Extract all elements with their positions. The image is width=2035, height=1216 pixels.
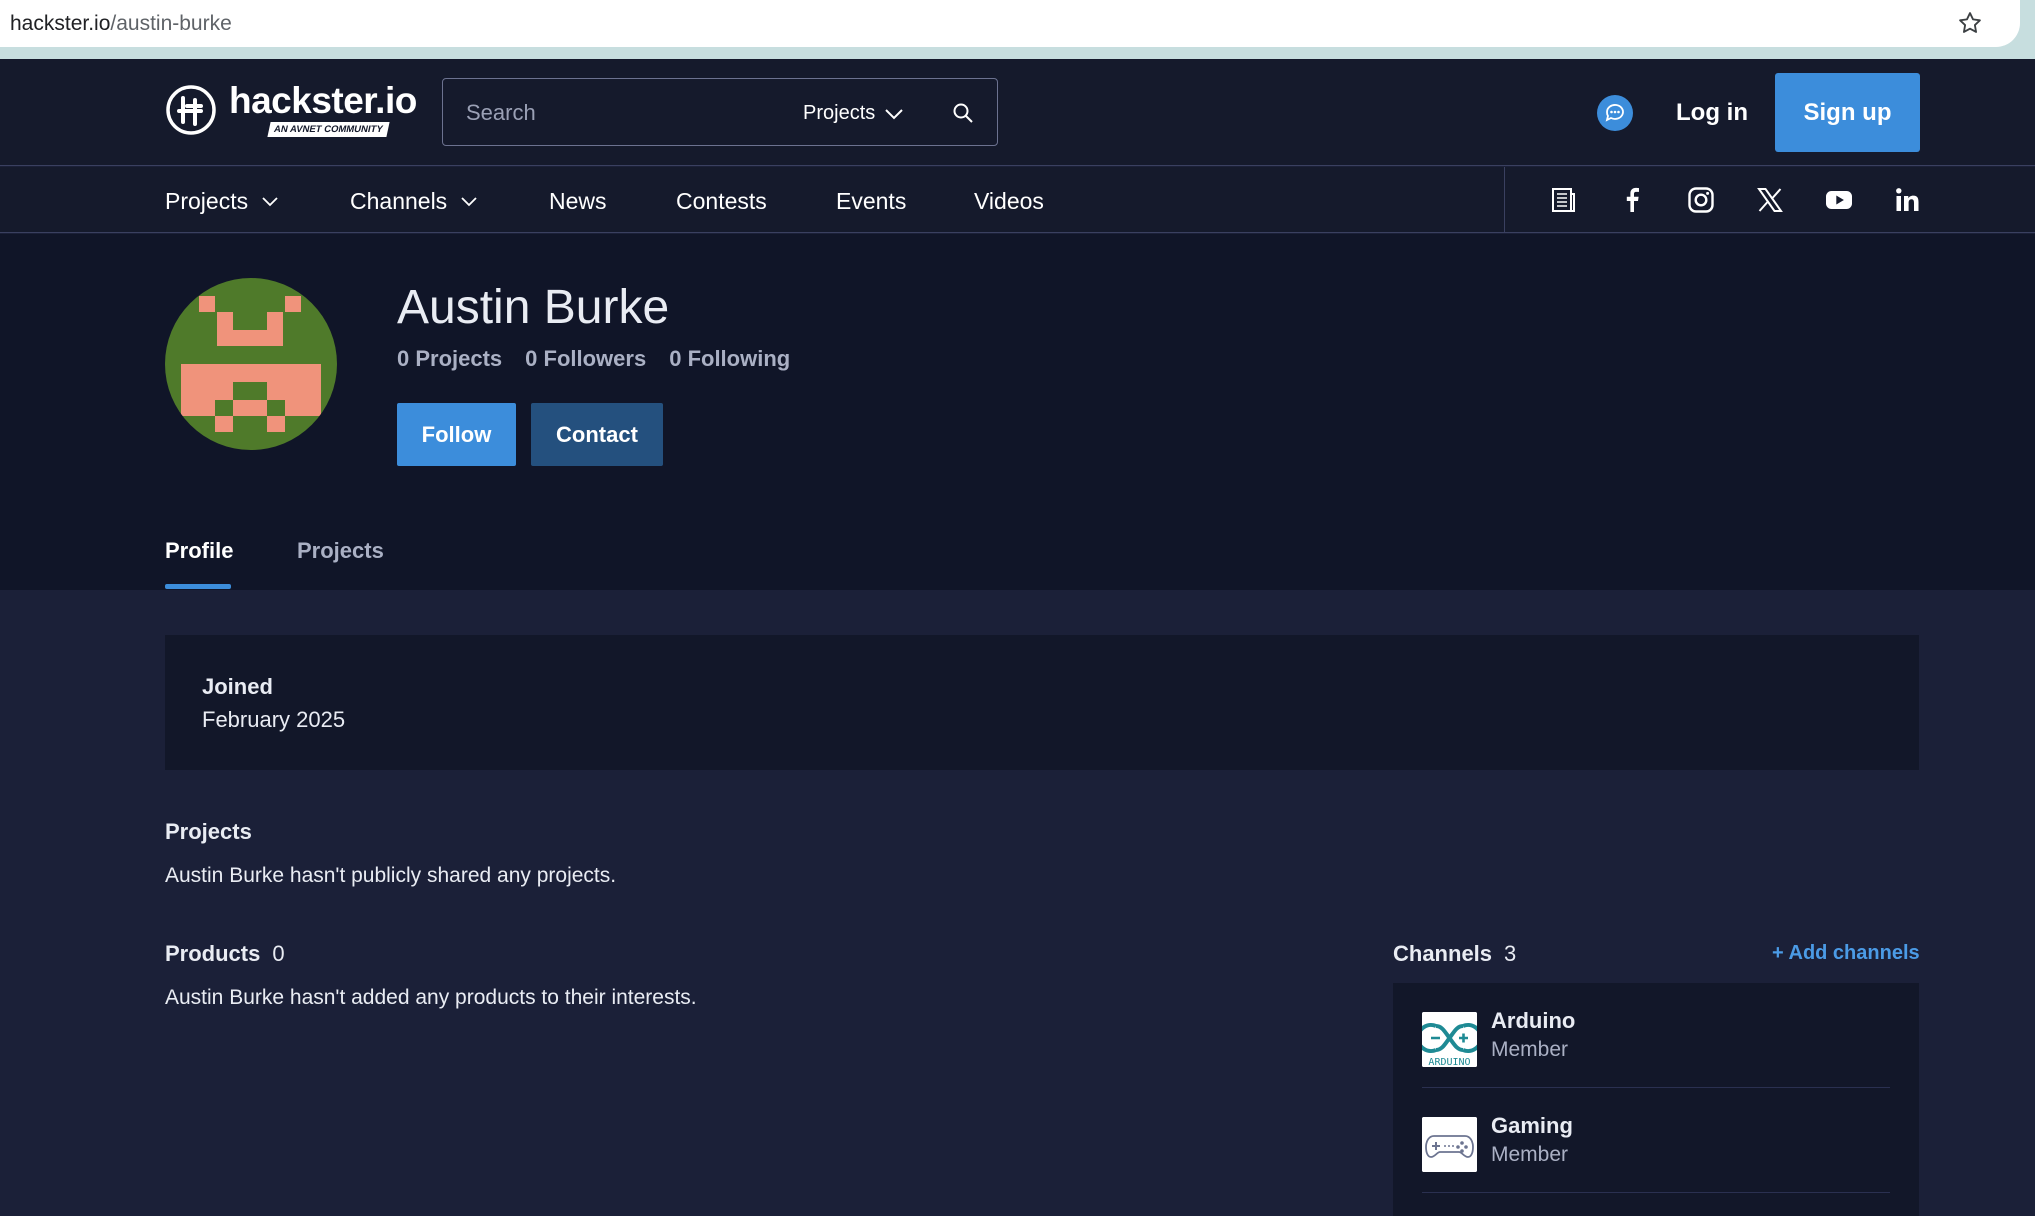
nav-channels[interactable]: Channels [350, 188, 477, 215]
search-scope-label: Projects [803, 102, 876, 124]
linkedin-icon[interactable] [1893, 185, 1923, 215]
nav-label: Events [836, 188, 907, 214]
site-header: hackster.io AN AVNET COMMUNITY Search Pr… [0, 59, 2035, 166]
search-icon[interactable] [951, 101, 975, 125]
channel-item[interactable]: ARDUINO Arduino Member [1422, 983, 1890, 1088]
browser-toolbar: hackster.io/austin-burke [0, 0, 2035, 59]
followers-count[interactable]: 0 Followers [525, 346, 646, 372]
projects-section-title: Projects [165, 819, 252, 844]
nav-news[interactable]: News [549, 188, 607, 215]
newsletter-icon[interactable] [1548, 185, 1578, 215]
profile-stats: 0 Projects 0 Followers 0 Following [397, 346, 790, 372]
chevron-down-icon [461, 196, 477, 206]
nav-label: Channels [350, 188, 448, 214]
facebook-icon[interactable] [1617, 185, 1647, 215]
logo-name: hackster.io [229, 80, 417, 121]
arduino-logo-icon: ARDUINO [1422, 1012, 1477, 1067]
chat-icon[interactable] [1597, 95, 1633, 131]
main-nav: Projects Channels News Contests Events V… [0, 167, 2035, 233]
svg-text:ARDUINO: ARDUINO [1428, 1057, 1470, 1067]
address-bar[interactable]: hackster.io/austin-burke [0, 0, 2020, 47]
nav-divider [1504, 167, 1505, 233]
url-path: /austin-burke [110, 11, 232, 35]
products-empty-text: Austin Burke hasn't added any products t… [165, 986, 697, 1009]
tab-projects[interactable]: Projects [297, 538, 384, 564]
tab-profile[interactable]: Profile [165, 538, 233, 564]
login-link[interactable]: Log in [1676, 99, 1748, 127]
logo-tagline: AN AVNET COMMUNITY [267, 122, 390, 137]
channels-list: ARDUINO Arduino Member Gaming Member [1393, 983, 1919, 1216]
products-count: 0 [272, 941, 285, 966]
products-section-title: Products 0 [165, 941, 285, 967]
nav-label: Videos [974, 188, 1044, 214]
following-count[interactable]: 0 Following [669, 346, 790, 372]
projects-count[interactable]: 0 Projects [397, 346, 502, 372]
search-input[interactable]: Search [466, 100, 536, 126]
channel-item[interactable]: Gaming Member [1422, 1088, 1890, 1193]
search-scope-dropdown[interactable]: Projects [803, 102, 903, 125]
nav-label: Contests [676, 188, 767, 214]
hackster-logo-icon [166, 85, 216, 135]
channels-count: 3 [1504, 941, 1517, 966]
joined-card: Joined February 2025 [165, 635, 1919, 770]
avatar[interactable] [165, 278, 337, 450]
search-box[interactable]: Search Projects [442, 78, 998, 146]
products-title: Products [165, 941, 261, 966]
nav-contests[interactable]: Contests [676, 188, 767, 215]
hackster-logo[interactable]: hackster.io AN AVNET COMMUNITY [165, 80, 417, 137]
nav-projects[interactable]: Projects [165, 188, 278, 215]
channel-name: Gaming [1491, 1113, 1573, 1138]
channel-role: Member [1491, 1038, 1569, 1061]
projects-empty-text: Austin Burke hasn't publicly shared any … [165, 864, 617, 887]
nav-events[interactable]: Events [836, 188, 906, 215]
chevron-down-icon [885, 108, 903, 119]
profile-hero: Austin Burke 0 Projects 0 Followers 0 Fo… [0, 234, 2035, 590]
profile-name: Austin Burke [397, 281, 670, 334]
x-icon[interactable] [1755, 185, 1785, 215]
contact-button[interactable]: Contact [531, 403, 663, 466]
joined-label: Joined [202, 674, 273, 699]
youtube-icon[interactable] [1824, 185, 1854, 215]
add-channels-link[interactable]: + Add channels [1772, 942, 1920, 965]
joined-date: February 2025 [202, 707, 346, 732]
signup-button[interactable]: Sign up [1775, 73, 1920, 152]
gamepad-icon [1422, 1117, 1477, 1172]
instagram-icon[interactable] [1686, 185, 1716, 215]
channel-name: Arduino [1491, 1008, 1576, 1033]
nav-label: News [549, 188, 607, 214]
active-tab-indicator [165, 584, 231, 589]
bookmark-star-icon[interactable] [1956, 9, 1984, 37]
channels-title: Channels [1393, 941, 1493, 966]
nav-label: Projects [165, 188, 249, 214]
channel-role: Member [1491, 1143, 1569, 1166]
chevron-down-icon [262, 196, 278, 206]
url-host: hackster.io [10, 11, 111, 35]
nav-videos[interactable]: Videos [974, 188, 1044, 215]
follow-button[interactable]: Follow [397, 403, 516, 466]
channels-section-title: Channels 3 [1393, 941, 1516, 967]
